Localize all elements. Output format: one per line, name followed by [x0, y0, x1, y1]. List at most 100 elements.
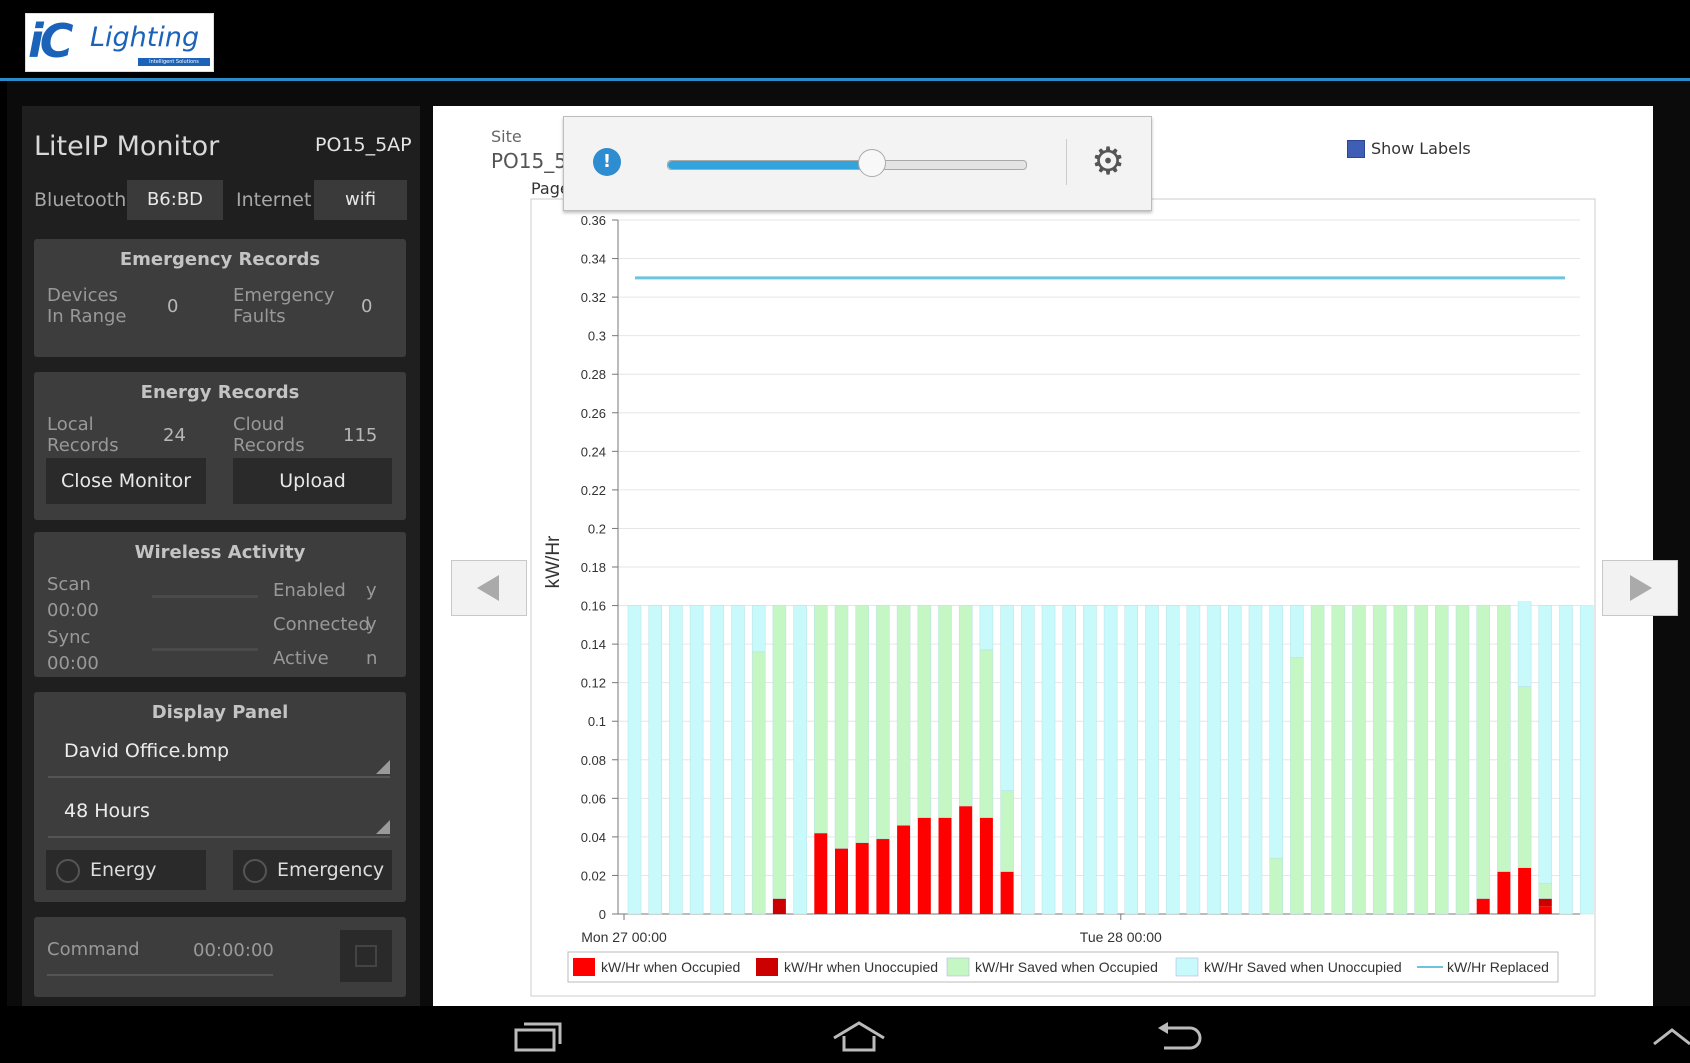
legend-swatch: [1175, 957, 1199, 977]
y-tick-label: 0.34: [581, 252, 606, 267]
energy-chart: 0 0.02 0.04 0.06 0.08 0.1 0.12 0.14 0.16 0.18 0.2 0…: [530, 198, 1596, 997]
internet-label: Internet: [236, 189, 312, 211]
y-tick-label: 0.32: [581, 290, 606, 305]
close-monitor-button[interactable]: Close Monitor: [46, 458, 206, 504]
energy-radio[interactable]: Energy: [46, 850, 206, 890]
y-tick-label: 0.02: [581, 868, 606, 883]
y-tick-label: 0.26: [581, 406, 606, 421]
bar-segment: [1000, 871, 1014, 914]
brightness-slider-track[interactable]: [667, 160, 1027, 170]
bar-segment: [1435, 605, 1449, 915]
emergency-radio[interactable]: Emergency: [233, 850, 392, 890]
bar-segment: [1000, 605, 1014, 791]
command-label: Command: [47, 939, 140, 960]
bar-segment: [1414, 605, 1428, 915]
devices-label-1: Devices: [47, 285, 118, 306]
bar-segment: [1372, 605, 1387, 915]
bar-segment: [1518, 867, 1532, 914]
y-tick-label: 0.2: [588, 521, 606, 536]
back-icon[interactable]: [1154, 1020, 1204, 1052]
connected-label: Connected: [273, 614, 370, 635]
bar-segment: [1228, 605, 1242, 915]
home-icon[interactable]: [830, 1020, 888, 1054]
scan-time: 00:00: [47, 600, 99, 621]
bar-segment: [958, 605, 973, 807]
emergency-radio-label: Emergency: [277, 859, 385, 881]
chevron-up-icon[interactable]: [1652, 1020, 1690, 1050]
bar-segment: [1476, 898, 1490, 914]
bar-segment: [751, 651, 766, 915]
display-panel-title: Display Panel: [151, 702, 289, 723]
bluetooth-value: B6:BD: [127, 180, 223, 220]
image-file-select[interactable]: David Office.bmp: [48, 732, 390, 778]
bar-segment: [1476, 605, 1490, 899]
previous-page-button[interactable]: [451, 560, 527, 616]
sync-progress-bar: [152, 648, 258, 651]
sync-time: 00:00: [47, 653, 99, 674]
bar-segment: [1497, 871, 1511, 914]
bar-segment: [1290, 605, 1304, 658]
bar-segment: [1455, 605, 1470, 915]
bluetooth-label: Bluetooth: [34, 189, 127, 211]
recent-apps-icon[interactable]: [512, 1020, 564, 1052]
command-card: Command 00:00:00: [34, 917, 406, 997]
sync-label: Sync: [47, 627, 91, 648]
active-label: Active: [273, 648, 329, 669]
bar-segment: [731, 605, 745, 915]
y-tick-label: 0.16: [581, 599, 606, 614]
y-tick-label: 0.06: [581, 791, 606, 806]
bar-segment: [876, 838, 890, 914]
emergency-faults-value: 0: [361, 296, 373, 317]
bar-segment: [834, 605, 849, 849]
next-page-button[interactable]: [1602, 560, 1678, 616]
bar-segment: [814, 833, 828, 914]
y-tick-label: 0.04: [581, 830, 606, 845]
y-tick-label: 0.18: [581, 560, 606, 575]
bar-segment: [1186, 605, 1201, 915]
logo-brand: Lighting: [90, 22, 200, 53]
legend-label: kW/Hr when Occupied: [601, 959, 740, 975]
y-tick-label: 0.28: [581, 367, 606, 382]
bar-segment: [835, 848, 848, 914]
bar-segment: [669, 605, 683, 915]
stop-icon: [355, 945, 377, 967]
period-select[interactable]: 48 Hours: [48, 792, 390, 838]
bar-segment: [938, 605, 952, 818]
bar-segment: [897, 825, 911, 914]
info-alert-icon: !: [593, 148, 621, 176]
y-tick-label: 0.14: [581, 637, 606, 652]
bar-segment: [1538, 898, 1552, 907]
bar-segment: [979, 649, 994, 818]
enabled-label: Enabled: [273, 580, 346, 601]
upload-button[interactable]: Upload: [233, 458, 392, 504]
bar-segment: [855, 842, 869, 914]
brightness-slider-thumb[interactable]: [858, 149, 887, 177]
popup-divider: [1066, 139, 1067, 185]
y-tick-label: 0.12: [581, 676, 606, 691]
settings-gear-icon[interactable]: ⚙: [1088, 141, 1128, 181]
bar-segment: [1041, 605, 1056, 915]
wireless-activity-card: Wireless Activity Scan 00:00 Sync 00:00 …: [34, 532, 406, 677]
dropdown-arrow-icon: [376, 760, 390, 774]
command-stop-button[interactable]: [340, 930, 392, 982]
local-records-label-2: Records: [47, 435, 119, 456]
bar-segment: [1000, 790, 1014, 872]
y-tick-label: 0.22: [581, 483, 606, 498]
y-tick-label: 0.24: [581, 444, 606, 459]
bar-segment: [896, 605, 911, 826]
bar-segment: [917, 605, 932, 818]
enabled-value: y: [366, 580, 377, 601]
emergency-records-title: Emergency Records: [119, 249, 321, 270]
faults-label-2: Faults: [233, 306, 286, 327]
bar-segment: [1124, 605, 1139, 915]
image-file-select-value: David Office.bmp: [64, 740, 230, 762]
y-axis-label: kW/Hr: [543, 535, 564, 588]
bar-segment: [627, 605, 642, 915]
bar-segment: [1021, 605, 1035, 915]
energy-radio-circle: [56, 859, 80, 883]
local-records-label-1: Local: [47, 414, 94, 435]
cloud-records-value: 115: [343, 425, 378, 446]
command-progress-bar: [47, 974, 273, 976]
y-tick-label: 0.1: [588, 714, 606, 729]
bar-segment: [1290, 657, 1304, 915]
